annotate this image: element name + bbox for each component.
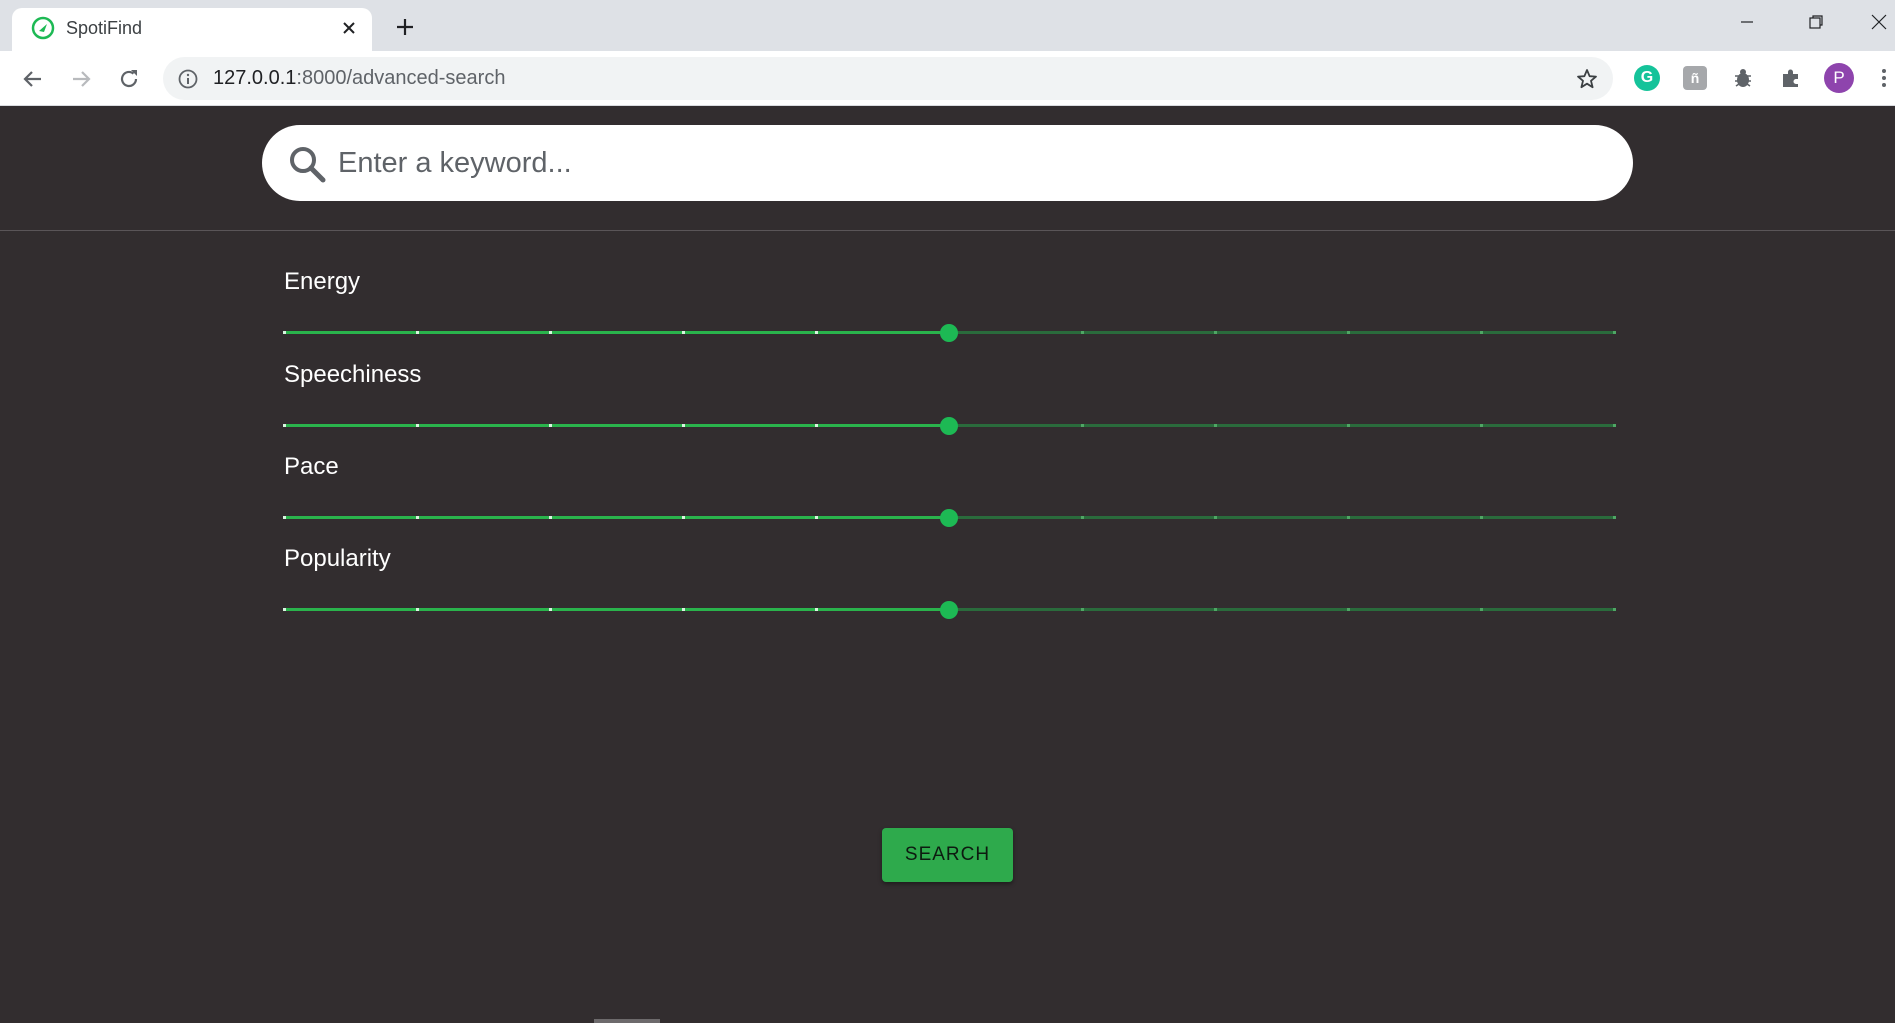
bookmark-star-icon[interactable] — [1575, 67, 1599, 91]
slider-popularity[interactable] — [283, 600, 1616, 620]
profile-initial: P — [1824, 63, 1854, 93]
slider-fill — [284, 424, 949, 427]
slider-tick — [283, 424, 286, 427]
slider-group-energy: Energy — [283, 267, 1616, 359]
close-window-icon[interactable] — [1862, 6, 1895, 38]
slider-thumb[interactable] — [940, 509, 958, 527]
slider-tick — [1347, 608, 1350, 611]
slider-label: Speechiness — [284, 361, 422, 388]
slider-tick — [1480, 331, 1483, 334]
slider-fill — [284, 608, 949, 611]
slider-tick — [1613, 608, 1616, 611]
slider-label: Energy — [284, 268, 361, 295]
slider-pace[interactable] — [283, 508, 1616, 528]
slider-energy[interactable] — [283, 323, 1616, 343]
reload-icon[interactable] — [111, 61, 147, 97]
spotifind-favicon-icon — [30, 15, 56, 41]
slider-tick — [682, 608, 685, 611]
slider-tick — [815, 516, 818, 519]
url-text[interactable]: 127.0.0.1:8000/advanced-search — [213, 57, 505, 100]
slider-tick — [1347, 331, 1350, 334]
slider-tick — [1613, 331, 1616, 334]
slider-tick — [1480, 516, 1483, 519]
slider-fill — [284, 516, 949, 519]
slider-speechiness[interactable] — [283, 416, 1616, 436]
slider-tick — [1613, 516, 1616, 519]
slider-tick — [1081, 424, 1084, 427]
slider-tick — [1081, 331, 1084, 334]
slider-tick — [1214, 331, 1217, 334]
page-content: Energy Speechiness Pace Popularity SEARCH — [0, 106, 1895, 1023]
slider-tick — [682, 516, 685, 519]
browser-tab[interactable]: SpotiFind — [12, 8, 372, 51]
puzzle-icon[interactable] — [1776, 63, 1806, 93]
slider-group-popularity: Popularity — [283, 544, 1616, 636]
back-arrow-icon[interactable] — [15, 61, 51, 97]
url-host: 127.0.0.1 — [213, 67, 297, 89]
slider-tick — [549, 331, 552, 334]
more-options-icon[interactable] — [1872, 63, 1895, 93]
slider-tick — [682, 424, 685, 427]
slider-thumb[interactable] — [940, 324, 958, 342]
slider-thumb[interactable] — [940, 417, 958, 435]
minimize-icon[interactable] — [1727, 6, 1767, 38]
slider-tick — [283, 516, 286, 519]
new-tab-icon[interactable] — [389, 11, 421, 43]
slider-tick — [1613, 424, 1616, 427]
slider-tick — [1480, 424, 1483, 427]
slider-tick — [416, 516, 419, 519]
slider-tick — [682, 331, 685, 334]
search-input[interactable] — [336, 135, 1606, 191]
search-button[interactable]: SEARCH — [882, 828, 1013, 882]
tab-title: SpotiFind — [66, 18, 143, 38]
slider-label: Pace — [284, 453, 339, 480]
horizontal-scrollbar[interactable] — [594, 1019, 660, 1023]
extension-gray-icon[interactable]: ñ — [1680, 63, 1710, 93]
url-path: :8000/advanced-search — [296, 67, 506, 89]
slider-tick — [815, 331, 818, 334]
forward-arrow-icon[interactable] — [63, 61, 99, 97]
header-divider — [0, 230, 1895, 231]
slider-tick — [549, 516, 552, 519]
slider-tick — [1214, 608, 1217, 611]
slider-tick — [1081, 516, 1084, 519]
slider-tick — [416, 608, 419, 611]
slider-group-speechiness: Speechiness — [283, 360, 1616, 452]
bug-icon[interactable] — [1728, 63, 1758, 93]
slider-tick — [1347, 424, 1350, 427]
tab-close-icon[interactable] — [336, 15, 362, 41]
restore-icon[interactable] — [1796, 6, 1836, 38]
slider-tick — [416, 424, 419, 427]
slider-label: Popularity — [284, 545, 391, 572]
slider-group-pace: Pace — [283, 452, 1616, 544]
search-bar[interactable] — [262, 125, 1633, 201]
profile-avatar[interactable]: P — [1824, 63, 1854, 93]
browser-toolbar: 127.0.0.1:8000/advanced-search G ñ P — [0, 51, 1895, 106]
slider-tick — [416, 331, 419, 334]
browser-tabstrip: SpotiFind — [0, 0, 1895, 51]
search-icon — [287, 144, 327, 184]
slider-tick — [1214, 516, 1217, 519]
address-bar[interactable]: 127.0.0.1:8000/advanced-search — [163, 57, 1613, 100]
slider-tick — [815, 424, 818, 427]
slider-tick — [815, 608, 818, 611]
slider-fill — [284, 331, 949, 334]
site-info-icon[interactable] — [177, 68, 199, 90]
slider-tick — [1480, 608, 1483, 611]
slider-tick — [549, 424, 552, 427]
slider-tick — [283, 331, 286, 334]
grammarly-icon[interactable]: G — [1632, 63, 1662, 93]
slider-tick — [549, 608, 552, 611]
slider-tick — [1081, 608, 1084, 611]
slider-thumb[interactable] — [940, 601, 958, 619]
slider-tick — [283, 608, 286, 611]
slider-tick — [1347, 516, 1350, 519]
slider-tick — [1214, 424, 1217, 427]
